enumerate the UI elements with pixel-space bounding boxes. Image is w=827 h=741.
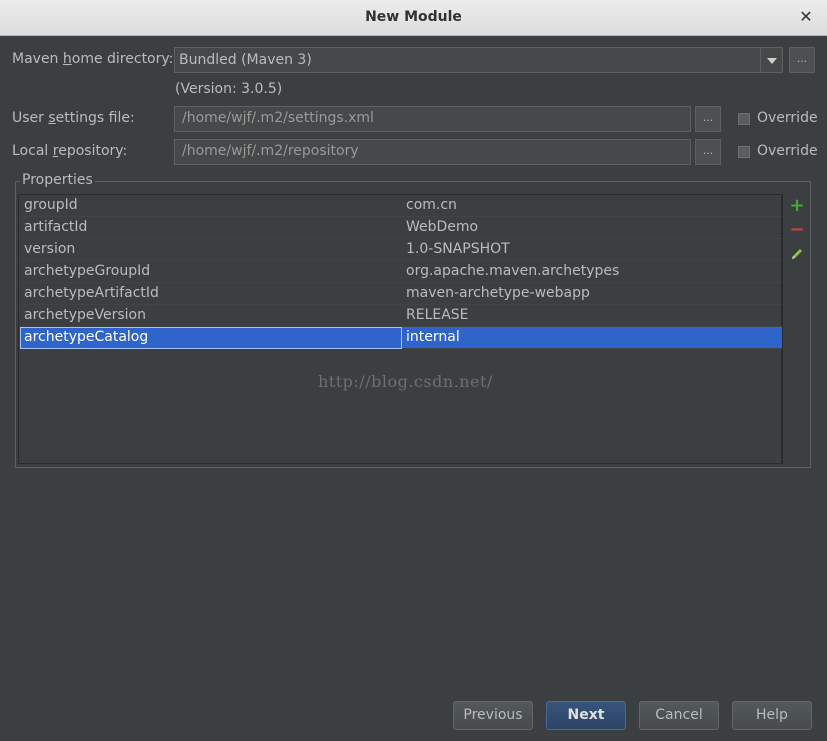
property-value: internal (406, 329, 460, 345)
help-button[interactable]: Help (732, 701, 812, 730)
table-row-selected[interactable]: archetypeCatalog internal (20, 327, 782, 349)
property-key: archetypeVersion (24, 307, 146, 323)
table-row[interactable]: archetypeVersion RELEASE (20, 305, 782, 327)
property-value: com.cn (406, 197, 457, 213)
properties-toolbar: + − (782, 194, 809, 464)
property-value: org.apache.maven.archetypes (406, 263, 620, 279)
property-key: groupId (24, 197, 78, 213)
minus-icon[interactable]: − (789, 221, 805, 239)
cancel-button[interactable]: Cancel (639, 701, 719, 730)
plus-icon[interactable]: + (789, 197, 805, 215)
property-value: WebDemo (406, 219, 479, 235)
maven-version-note: (Version: 3.0.5) (175, 81, 283, 97)
user-settings-browse-button[interactable]: ... (695, 106, 721, 132)
property-key: archetypeCatalog (24, 329, 149, 345)
local-repo-override-label: Override (757, 143, 818, 159)
window-title: New Module (365, 9, 462, 25)
next-button[interactable]: Next (546, 701, 626, 730)
property-value: maven-archetype-webapp (406, 285, 590, 301)
table-row[interactable]: version 1.0-SNAPSHOT (20, 239, 782, 261)
close-icon[interactable]: ✕ (797, 7, 815, 27)
table-row[interactable]: artifactId WebDemo (20, 217, 782, 239)
property-key: version (24, 241, 76, 257)
watermark-text: http://blog.csdn.net/ (318, 372, 493, 391)
user-settings-override-label: Override (757, 110, 818, 126)
local-repo-browse-button[interactable]: ... (695, 139, 721, 165)
local-repo-field[interactable]: /home/wjf/.m2/repository (174, 139, 691, 165)
table-row[interactable]: groupId com.cn (20, 195, 782, 217)
user-settings-label: User settings file: (12, 110, 135, 126)
local-repo-label: Local repository: (12, 143, 128, 159)
user-settings-override-checkbox[interactable] (738, 113, 750, 125)
property-key: archetypeGroupId (24, 263, 151, 279)
title-bar: New Module ✕ (0, 0, 827, 36)
local-repo-override-checkbox[interactable] (738, 146, 750, 158)
table-row[interactable]: archetypeArtifactId maven-archetype-weba… (20, 283, 782, 305)
pencil-icon[interactable] (789, 247, 805, 263)
properties-table: groupId com.cn artifactId WebDemo versio… (18, 194, 782, 464)
property-value: 1.0-SNAPSHOT (406, 241, 510, 257)
user-settings-field[interactable]: /home/wjf/.m2/settings.xml (174, 106, 691, 132)
maven-home-label: Maven home directory: (12, 51, 174, 67)
previous-button[interactable]: Previous (453, 701, 533, 730)
property-key: archetypeArtifactId (24, 285, 159, 301)
chevron-down-icon[interactable] (760, 48, 782, 72)
property-value: RELEASE (406, 307, 469, 323)
properties-title: Properties (20, 172, 95, 188)
property-key: artifactId (24, 219, 88, 235)
maven-home-browse-button[interactable]: ... (789, 47, 815, 73)
maven-home-value: Bundled (Maven 3) (179, 52, 312, 68)
table-row[interactable]: archetypeGroupId org.apache.maven.archet… (20, 261, 782, 283)
maven-home-select[interactable]: Bundled (Maven 3) (174, 47, 783, 73)
